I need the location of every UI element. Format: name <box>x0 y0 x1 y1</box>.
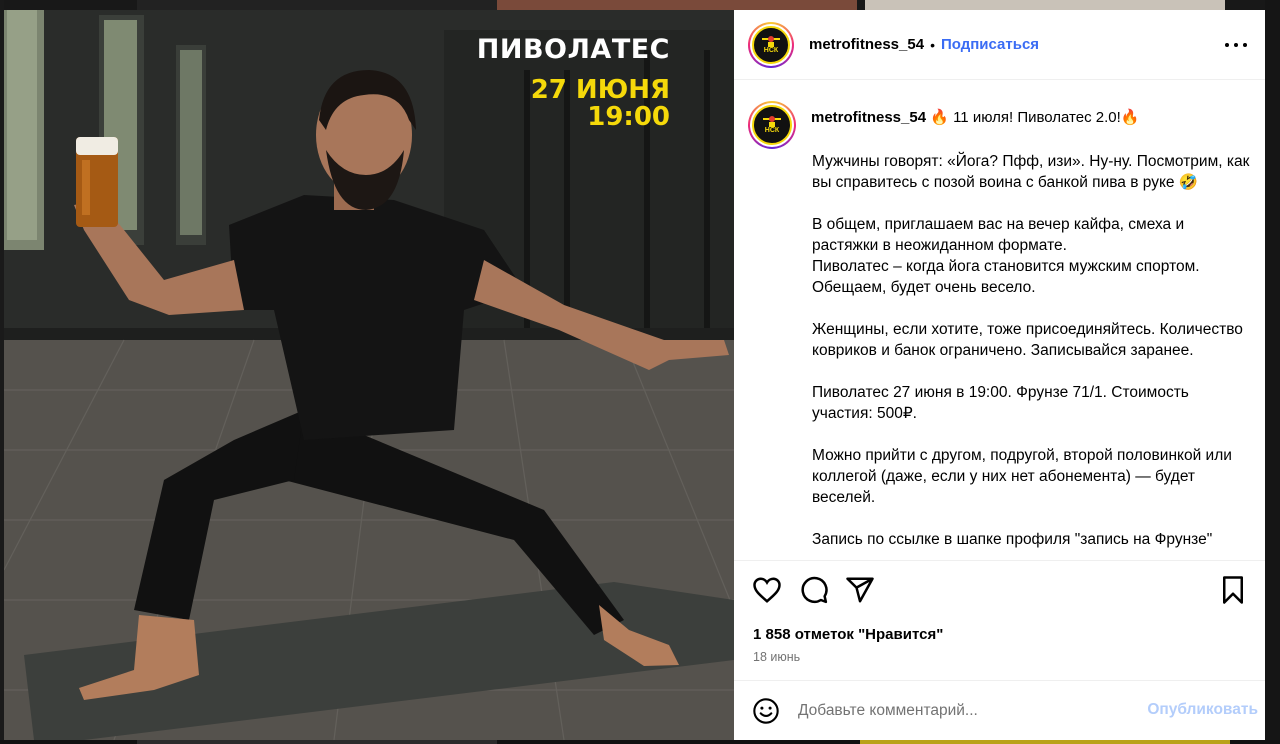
separator-dot: • <box>930 36 935 53</box>
follow-button[interactable]: Подписаться <box>941 36 1039 53</box>
emoji-icon[interactable] <box>752 697 780 725</box>
post-side-panel: НСК metrofitness_54 • Подписаться НСК me… <box>734 10 1265 740</box>
poster-date: 27 ИЮНЯ <box>530 75 670 105</box>
caption-paragraph: Мужчины говорят: «Йога? Пфф, изи». Ну-ну… <box>812 153 1250 191</box>
bookmark-icon[interactable] <box>1218 575 1248 605</box>
post-image[interactable]: ПИВОЛАТЕС 27 ИЮНЯ 19:00 <box>4 10 734 740</box>
post-date[interactable]: 18 июнь <box>753 650 800 664</box>
post-header: НСК metrofitness_54 • Подписаться <box>734 10 1265 80</box>
avatar-text: НСК <box>764 127 780 134</box>
fitness-logo-icon <box>762 35 780 47</box>
avatar-text: НСК <box>763 46 779 54</box>
caption-headline: metrofitness_54 🔥 11 июля! Пиволатес 2.0… <box>811 108 1139 126</box>
comment-bar: Опубликовать <box>734 680 1265 740</box>
poster-title: ПИВОЛАТЕС <box>476 34 670 65</box>
publish-button[interactable]: Опубликовать <box>1147 701 1258 719</box>
avatar[interactable]: НСК <box>748 21 794 68</box>
backdrop-top <box>0 0 1280 10</box>
caption-paragraph: В общем, приглашаем вас на вечер кайфа, … <box>812 216 1185 254</box>
caption-avatar[interactable]: НСК <box>748 101 796 149</box>
caption-paragraph: Пиволатес 27 июня в 19:00. Фрунзе 71/1. … <box>812 384 1189 422</box>
poster-time: 19:00 <box>587 102 670 132</box>
caption-paragraph: Женщины, если хотите, тоже присоединяйте… <box>812 321 1243 359</box>
comment-input[interactable] <box>798 701 1118 720</box>
post-username[interactable]: metrofitness_54 <box>809 36 924 53</box>
backdrop-right <box>1265 0 1280 744</box>
likes-count[interactable]: 1 858 отметок "Нравится" <box>753 626 943 643</box>
caption-paragraph: Запись по ссылке в шапке профиля "запись… <box>812 531 1213 548</box>
fitness-logo-icon <box>763 116 781 127</box>
caption-paragraph: Пиволатес – когда йога становится мужски… <box>812 258 1200 296</box>
backdrop-bottom <box>0 740 1280 744</box>
post-modal: ПИВОЛАТЕС 27 ИЮНЯ 19:00 НСК metrofitness… <box>0 0 1280 744</box>
share-icon[interactable] <box>845 575 875 605</box>
caption-header: НСК metrofitness_54 🔥 11 июля! Пиволатес… <box>748 101 1139 149</box>
caption-body: Мужчины говорят: «Йога? Пфф, изи». Ну-ну… <box>812 151 1252 560</box>
caption-username[interactable]: metrofitness_54 <box>811 109 926 126</box>
caption-scroll-area[interactable]: НСК metrofitness_54 🔥 11 июля! Пиволатес… <box>734 81 1265 560</box>
more-icon[interactable] <box>1225 35 1247 55</box>
caption-headline-text: 🔥 11 июля! Пиволатес 2.0!🔥 <box>926 109 1140 126</box>
post-actions: 1 858 отметок "Нравится" 18 июнь <box>734 560 1265 680</box>
caption-paragraph: Можно прийти с другом, подругой, второй … <box>812 447 1232 506</box>
heart-icon[interactable] <box>752 575 782 605</box>
comment-icon[interactable] <box>799 575 829 605</box>
